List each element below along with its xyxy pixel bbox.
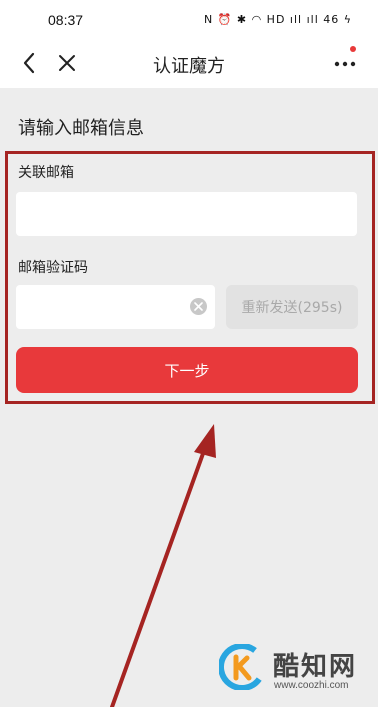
watermark-url: www.coozhi.com <box>274 680 349 691</box>
email-input[interactable] <box>16 192 357 236</box>
next-step-button[interactable]: 下一步 <box>16 347 358 393</box>
notification-dot <box>350 46 356 52</box>
page-title: 认证魔方 <box>153 56 225 77</box>
section-title: 请输入邮箱信息 <box>18 118 144 139</box>
coozhi-logo-icon <box>218 643 266 691</box>
clear-input-icon[interactable] <box>190 298 207 315</box>
status-time: 08:37 <box>48 12 84 28</box>
status-bar: 08:37 N ⏰ ✱ ◠ HD ıll ıll 46 ϟ <box>0 0 378 40</box>
resend-code-button[interactable]: 重新发送(295s) <box>226 285 358 329</box>
verification-code-label: 邮箱验证码 <box>18 260 88 276</box>
watermark: 酷知网 www.coozhi.com <box>218 640 369 700</box>
verification-code-input[interactable] <box>16 285 215 329</box>
more-dots-icon[interactable] <box>332 50 358 76</box>
status-icons: N ⏰ ✱ ◠ HD ıll ıll 46 ϟ <box>203 13 352 26</box>
watermark-name: 酷知网 <box>273 652 358 682</box>
email-label: 关联邮箱 <box>18 165 74 181</box>
nav-bar: 认证魔方 <box>0 40 378 88</box>
